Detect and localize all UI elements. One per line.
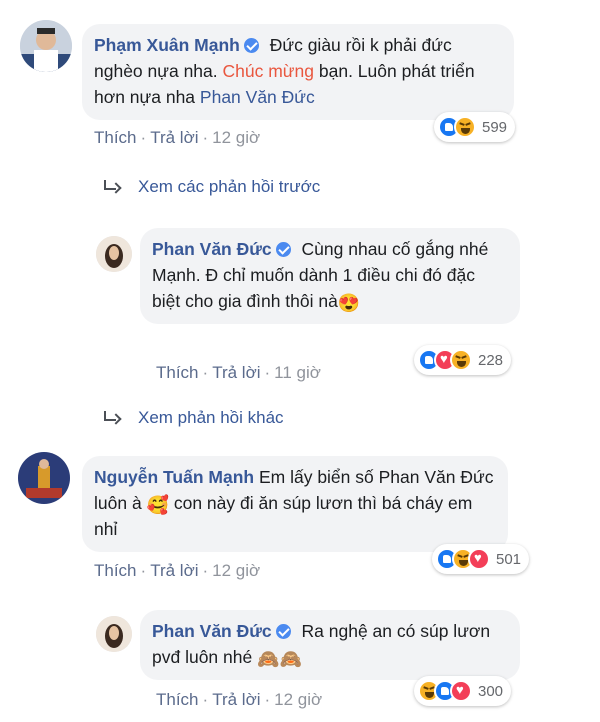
- like-button[interactable]: Thích: [94, 128, 137, 147]
- reaction-count: 599: [482, 118, 508, 136]
- comment-author[interactable]: Phan Văn Đức: [152, 621, 272, 641]
- comment-time[interactable]: 12 giờ: [212, 128, 260, 147]
- like-button[interactable]: Thích: [94, 561, 137, 580]
- view-previous-replies-label: Xem các phản hồi trước: [138, 177, 321, 196]
- comment-author[interactable]: Phạm Xuân Mạnh: [94, 35, 240, 55]
- reaction-summary[interactable]: 599: [434, 112, 516, 142]
- reply-button[interactable]: Trả lời: [212, 690, 260, 709]
- reaction-summary[interactable]: 228: [414, 345, 512, 375]
- view-more-replies-link[interactable]: Xem phản hồi khác: [104, 408, 284, 428]
- comment-author[interactable]: Phan Văn Đức: [152, 239, 272, 259]
- verified-badge-icon: [275, 242, 291, 257]
- avatar[interactable]: [96, 236, 132, 272]
- comment-time[interactable]: 12 giờ: [212, 561, 260, 580]
- mention-link[interactable]: Phan Văn Đức: [200, 87, 315, 107]
- comment-bubble: Phan Văn Đức Cùng nhau cố gắng nhé Mạnh.…: [140, 228, 520, 324]
- comment-actions: Thích · Trả lời · 11 giờ: [156, 363, 321, 382]
- haha-reaction-icon: [454, 116, 476, 138]
- verified-badge-icon: [243, 38, 259, 53]
- love-reaction-icon: [450, 680, 472, 702]
- reply-arrow-icon: [104, 411, 120, 425]
- comment-author[interactable]: Nguyễn Tuấn Mạnh: [94, 467, 254, 487]
- see-no-evil-emoji: 🙈🙈: [257, 649, 302, 669]
- view-previous-replies-link[interactable]: Xem các phản hồi trước: [104, 177, 320, 197]
- avatar[interactable]: [18, 452, 70, 504]
- avatar[interactable]: [20, 20, 72, 72]
- comment-actions: Thích · Trả lời · 12 giờ: [94, 128, 261, 147]
- comment-actions: Thích · Trả lời · 12 giờ: [156, 690, 323, 709]
- reply-arrow-icon: [104, 180, 120, 194]
- reply-button[interactable]: Trả lời: [150, 561, 198, 580]
- reply-button[interactable]: Trả lời: [212, 363, 260, 382]
- like-button[interactable]: Thích: [156, 363, 199, 382]
- reaction-summary[interactable]: 501: [432, 544, 530, 574]
- heart-eyes-emoji: 😍: [337, 293, 361, 313]
- comment-bubble: Nguyễn Tuấn Mạnh Em lấy biển số Phan Văn…: [82, 456, 508, 552]
- reply-button[interactable]: Trả lời: [150, 128, 198, 147]
- comment-highlight: Chúc mừng: [222, 61, 314, 81]
- avatar[interactable]: [96, 616, 132, 652]
- comment-time[interactable]: 12 giờ: [274, 690, 322, 709]
- like-button[interactable]: Thích: [156, 690, 199, 709]
- reaction-count: 501: [496, 550, 522, 568]
- love-reaction-icon: [468, 548, 490, 570]
- smiling-hearts-emoji: 🥰: [146, 495, 169, 515]
- comment-time[interactable]: 11 giờ: [274, 363, 321, 382]
- reaction-count: 300: [478, 682, 504, 700]
- haha-reaction-icon: [450, 349, 472, 371]
- comment-bubble: Phan Văn Đức Ra nghệ an có súp lươn pvđ …: [140, 610, 520, 680]
- comment-actions: Thích · Trả lời · 12 giờ: [94, 561, 261, 580]
- view-more-replies-label: Xem phản hồi khác: [138, 408, 284, 427]
- verified-badge-icon: [275, 624, 291, 639]
- reaction-summary[interactable]: 300: [414, 676, 512, 706]
- reaction-count: 228: [478, 351, 504, 369]
- comment-bubble: Phạm Xuân Mạnh Đức giàu rồi k phải đức n…: [82, 24, 514, 120]
